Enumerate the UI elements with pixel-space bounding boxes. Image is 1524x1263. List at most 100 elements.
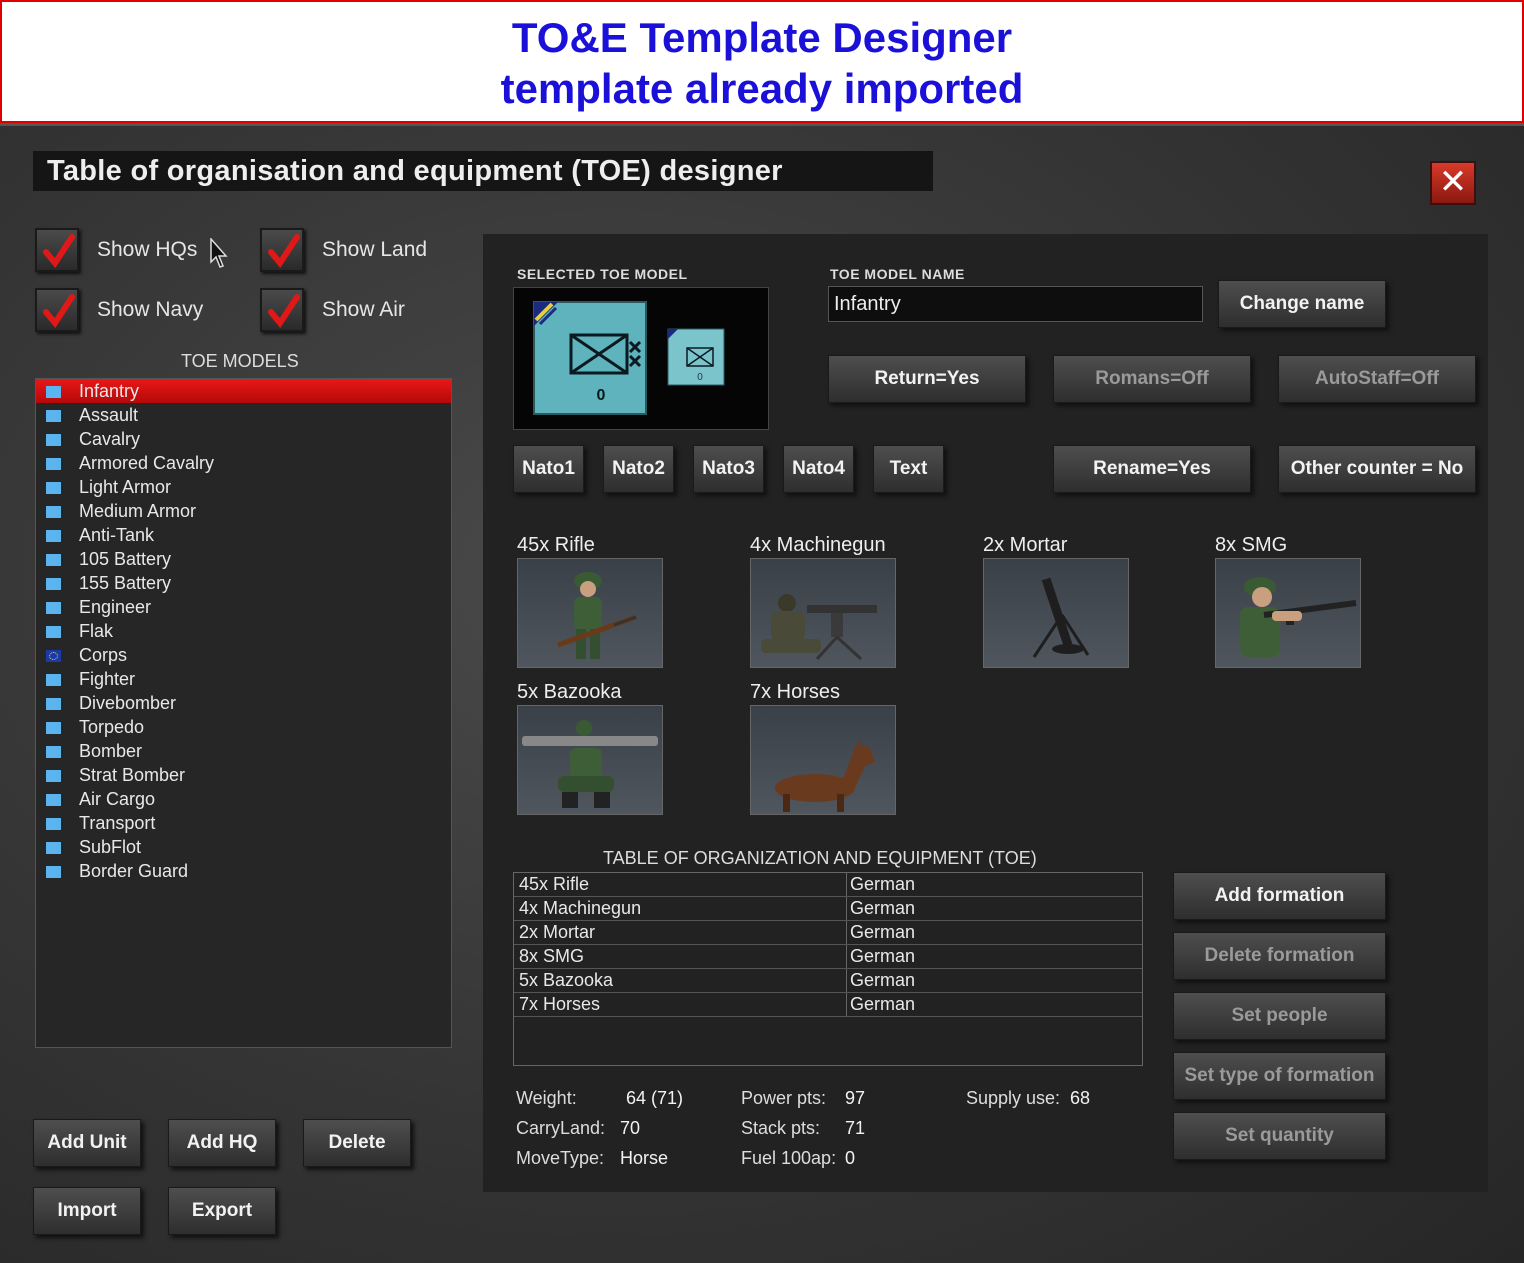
list-item-label: Fighter xyxy=(79,669,136,689)
close-icon: ✕ xyxy=(1438,162,1468,202)
list-item-label: Cavalry xyxy=(79,429,141,449)
list-item[interactable]: SubFlot xyxy=(36,835,451,859)
nato2-button[interactable]: Nato2 xyxy=(603,445,674,493)
list-item[interactable]: Strat Bomber xyxy=(36,763,451,787)
nato3-button[interactable]: Nato3 xyxy=(693,445,764,493)
other-counter-toggle-button[interactable]: Other counter = No xyxy=(1278,445,1476,493)
equipment-tile-mortar[interactable]: 2x Mortar xyxy=(983,532,1129,668)
unit-type-icon xyxy=(46,554,61,566)
list-item-label: Flak xyxy=(79,621,114,641)
unit-type-icon xyxy=(46,722,61,734)
return-toggle-button[interactable]: Return=Yes xyxy=(828,355,1026,403)
table-row[interactable]: 7x Horses German xyxy=(514,993,1142,1017)
unit-type-icon xyxy=(46,386,61,398)
table-row[interactable]: 8x SMG German xyxy=(514,945,1142,969)
list-item-label: Corps xyxy=(79,645,128,665)
equipment-tile-machinegun[interactable]: 4x Machinegun xyxy=(750,532,896,668)
checkmark-icon xyxy=(260,228,304,272)
autostaff-toggle-button[interactable]: AutoStaff=Off xyxy=(1278,355,1476,403)
equipment-label: 7x Horses xyxy=(750,681,841,703)
romans-toggle-button[interactable]: Romans=Off xyxy=(1053,355,1251,403)
equipment-label: 4x Machinegun xyxy=(750,534,886,556)
import-button[interactable]: Import xyxy=(33,1187,141,1235)
stack-label: Stack pts: xyxy=(741,1118,821,1138)
table-row[interactable]: 45x Rifle German xyxy=(514,873,1142,897)
show-land-checkbox[interactable]: Show Land xyxy=(260,228,427,272)
list-item[interactable]: 105 Battery xyxy=(36,547,451,571)
horse-icon xyxy=(750,705,896,815)
delete-formation-button[interactable]: Delete formation xyxy=(1173,932,1386,980)
list-item[interactable]: Border Guard xyxy=(36,859,451,883)
list-item[interactable]: Transport xyxy=(36,811,451,835)
list-item[interactable]: Engineer xyxy=(36,595,451,619)
movetype-value: Horse xyxy=(620,1148,669,1168)
model-name-caption: TOE MODEL NAME xyxy=(830,266,965,282)
power-stat: Power pts: 97 xyxy=(741,1088,865,1109)
list-item[interactable]: Divebomber xyxy=(36,691,451,715)
list-item-label: Medium Armor xyxy=(79,501,197,521)
model-name-input[interactable]: Infantry xyxy=(828,286,1203,322)
checkmark-icon xyxy=(260,288,304,332)
list-item[interactable]: Corps xyxy=(36,643,451,667)
export-button[interactable]: Export xyxy=(168,1187,276,1235)
list-item[interactable]: Bomber xyxy=(36,739,451,763)
list-item-label: Bomber xyxy=(79,741,143,761)
equipment-tile-rifle[interactable]: 45x Rifle xyxy=(517,532,663,668)
set-type-of-formation-button[interactable]: Set type of formation xyxy=(1173,1052,1386,1100)
add-unit-button[interactable]: Add Unit xyxy=(33,1119,141,1167)
unit-type-icon xyxy=(46,698,61,710)
text-button[interactable]: Text xyxy=(873,445,944,493)
change-name-button[interactable]: Change name xyxy=(1218,280,1386,328)
equipment-tile-smg[interactable]: 8x SMG xyxy=(1215,532,1361,668)
list-item-label: SubFlot xyxy=(79,837,142,857)
toe-models-heading: TOE MODELS xyxy=(181,351,299,371)
model-details-panel: SELECTED TOE MODEL 0 0 TOE MODEL NAME In… xyxy=(483,234,1488,1192)
small-counter-value: 0 xyxy=(697,372,703,383)
list-item-label: Torpedo xyxy=(79,717,145,737)
banner-subtitle: template already imported xyxy=(500,65,1024,112)
fuel-stat: Fuel 100ap: 0 xyxy=(741,1148,855,1169)
add-formation-button[interactable]: Add formation xyxy=(1173,872,1386,920)
table-row[interactable]: 5x Bazooka German xyxy=(514,969,1142,993)
list-item[interactable]: Fighter xyxy=(36,667,451,691)
toe-models-list[interactable]: Infantry Assault Cavalry Armored Cavalry Lig… xyxy=(35,378,452,1048)
list-item[interactable]: Air Cargo xyxy=(36,787,451,811)
fuel-value: 0 xyxy=(845,1148,856,1168)
list-item[interactable]: Assault xyxy=(36,403,451,427)
toe-table[interactable]: 45x Rifle German 4x Machinegun German 2x Mor… xyxy=(513,872,1143,1066)
equipment-tile-bazooka[interactable]: 5x Bazooka xyxy=(517,679,663,815)
table-row[interactable]: 2x Mortar German xyxy=(514,921,1142,945)
unit-type-icon xyxy=(46,506,61,518)
unit-counter-icon: 0 0 xyxy=(533,301,725,415)
list-item[interactable]: Anti-Tank xyxy=(36,523,451,547)
show-navy-checkbox[interactable]: Show Navy xyxy=(35,288,203,332)
rename-toggle-button[interactable]: Rename=Yes xyxy=(1053,445,1251,493)
list-item[interactable]: Flak xyxy=(36,619,451,643)
equipment-tile-horses[interactable]: 7x Horses xyxy=(750,679,896,815)
close-button[interactable]: ✕ xyxy=(1430,161,1476,205)
list-item[interactable]: Armored Cavalry xyxy=(36,451,451,475)
table-row[interactable]: 4x Machinegun German xyxy=(514,897,1142,921)
set-people-button[interactable]: Set people xyxy=(1173,992,1386,1040)
unit-type-icon xyxy=(46,482,61,494)
delete-model-button[interactable]: Delete xyxy=(303,1119,411,1167)
nato1-button[interactable]: Nato1 xyxy=(513,445,584,493)
nato4-button[interactable]: Nato4 xyxy=(783,445,854,493)
list-item[interactable]: Light Armor xyxy=(36,475,451,499)
list-item[interactable]: Cavalry xyxy=(36,427,451,451)
list-item-label: Engineer xyxy=(79,597,152,617)
show-hqs-label: Show HQs xyxy=(97,238,198,261)
set-quantity-button[interactable]: Set quantity xyxy=(1173,1112,1386,1160)
list-item[interactable]: Medium Armor xyxy=(36,499,451,523)
add-hq-button[interactable]: Add HQ xyxy=(168,1119,276,1167)
unit-type-icon xyxy=(46,818,61,830)
list-item[interactable]: Torpedo xyxy=(36,715,451,739)
smg-soldier-icon xyxy=(1215,558,1361,668)
supply-stat: Supply use: 68 xyxy=(966,1088,1090,1109)
list-item[interactable]: Infantry xyxy=(36,379,451,403)
show-air-checkbox[interactable]: Show Air xyxy=(260,288,405,332)
carryland-value: 70 xyxy=(620,1118,641,1138)
unit-type-icon xyxy=(46,578,61,590)
list-item[interactable]: 155 Battery xyxy=(36,571,451,595)
show-hqs-checkbox[interactable]: Show HQs xyxy=(35,228,197,272)
